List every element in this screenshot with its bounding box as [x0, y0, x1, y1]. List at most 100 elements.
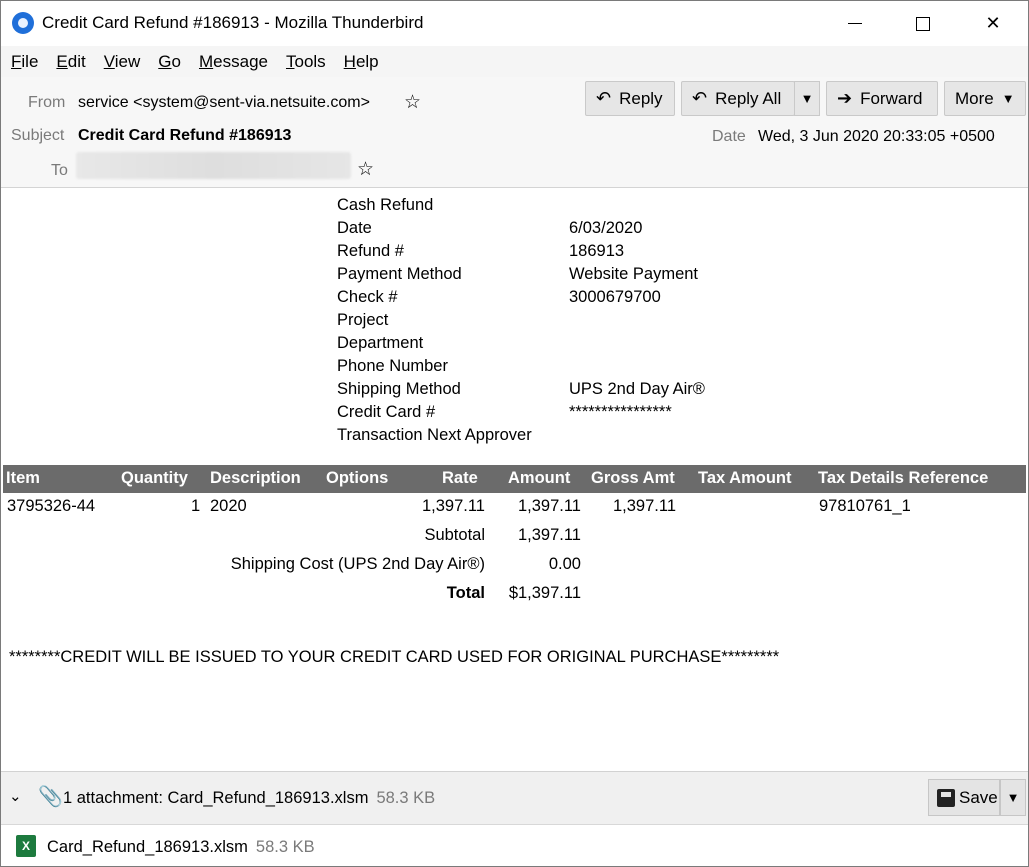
info-key: Department: [337, 334, 424, 352]
info-value: 186913: [569, 242, 625, 260]
info-row: Credit Card # ****************: [337, 403, 705, 426]
reply-all-dropdown[interactable]: ▼: [794, 81, 820, 116]
menu-edit[interactable]: Edit: [56, 52, 85, 72]
col-tax-amount-header: Tax Amount: [698, 469, 792, 487]
maximize-icon: [916, 16, 930, 31]
table-row: 3795326-44 1 2020 1,397.11 1,397.11 1,39…: [3, 493, 1026, 522]
forward-button[interactable]: ➔ Forward: [826, 81, 938, 116]
close-icon: ✕: [985, 13, 1001, 33]
chevron-down-icon: ▼: [1006, 790, 1020, 805]
total-value: $1,397.11: [508, 584, 581, 602]
message-body: Cash Refund Date 6/03/2020 Refund # 186913…: [1, 189, 1028, 771]
from-value[interactable]: service <system@sent-via.netsuite.com>: [78, 94, 370, 112]
cell-amount: 1,397.11: [517, 497, 581, 515]
info-row: Phone Number: [337, 357, 705, 380]
info-key: Check #: [337, 288, 398, 306]
cell-rate: 1,397.11: [421, 497, 485, 515]
info-key: Transaction Next Approver: [337, 426, 532, 444]
reply-all-label: Reply All: [715, 88, 782, 108]
cell-tax-details: 97810761_1: [819, 497, 911, 515]
shipping-label: Shipping Cost (UPS 2nd Day Air®): [230, 555, 485, 573]
subtotal-row: Subtotal 1,397.11: [3, 522, 1026, 551]
info-key: Credit Card #: [337, 403, 436, 421]
menu-tools-label: ools: [294, 51, 326, 71]
reply-icon: ↶: [596, 88, 612, 108]
attachment-bar: ⌄ 📎 1 attachment: Card_Refund_186913.xls…: [1, 771, 1028, 824]
col-amount-header: Amount: [508, 469, 571, 487]
shipping-value: 0.00: [548, 555, 581, 573]
menu-file-label: ile: [21, 51, 39, 71]
info-key: Shipping Method: [337, 380, 461, 398]
from-label: From: [28, 94, 66, 111]
info-row: Check # 3000679700: [337, 288, 705, 311]
menu-go-label: o: [171, 51, 181, 71]
attachment-file-name: Card_Refund_186913.xlsm: [47, 838, 248, 856]
redacted-recipient: [76, 152, 351, 179]
save-label: Save: [959, 787, 998, 807]
shipping-row: Shipping Cost (UPS 2nd Day Air®) 0.00: [3, 551, 1026, 580]
col-item-header: Item: [6, 469, 40, 487]
menu-message[interactable]: Message: [199, 52, 268, 72]
thunderbird-icon: [12, 12, 34, 34]
subtotal-value: 1,397.11: [517, 526, 581, 544]
info-row: Payment Method Website Payment: [337, 265, 705, 288]
menu-file[interactable]: File: [11, 52, 38, 72]
col-options-header: Options: [326, 469, 389, 487]
save-dropdown[interactable]: ▼: [1000, 779, 1026, 816]
more-label: More: [955, 88, 994, 108]
attachment-summary-size: 58.3 KB: [376, 789, 436, 807]
info-key: Refund #: [337, 242, 404, 260]
menu-file-accesskey: F: [11, 51, 22, 71]
menu-help-label: elp: [355, 51, 379, 71]
maximize-button[interactable]: [900, 1, 946, 46]
window-title: Credit Card Refund #186913 - Mozilla Thu…: [42, 13, 424, 32]
star-icon[interactable]: ☆: [404, 91, 421, 114]
date-value: Wed, 3 Jun 2020 20:33:05 +0500: [758, 128, 995, 145]
menu-help[interactable]: Help: [344, 52, 379, 72]
info-value: 6/03/2020: [569, 219, 643, 237]
col-description-header: Description: [210, 469, 301, 487]
info-row: Refund # 186913: [337, 242, 705, 265]
subtotal-label: Subtotal: [424, 526, 485, 544]
attachment-file-size: 58.3 KB: [255, 838, 315, 856]
chevron-down-icon: ▼: [800, 91, 814, 106]
attachment-summary[interactable]: 1 attachment: Card_Refund_186913.xlsm 58.…: [63, 789, 435, 808]
col-gross-amt-header: Gross Amt: [591, 469, 675, 487]
col-tax-details-header: Tax Details Reference: [818, 469, 989, 487]
col-rate-header: Rate: [442, 469, 478, 487]
menu-tools[interactable]: Tools: [286, 52, 326, 72]
menu-go-accesskey: G: [158, 51, 172, 71]
info-value: UPS 2nd Day Air®: [569, 380, 705, 398]
chevron-down-icon[interactable]: ⌄: [9, 787, 22, 805]
info-key: Phone Number: [337, 357, 448, 375]
menu-view[interactable]: View: [104, 52, 141, 72]
menu-edit-label: dit: [67, 51, 86, 71]
excel-file-icon: X: [16, 835, 36, 857]
attachment-item[interactable]: Card_Refund_186913.xlsm 58.3 KB: [47, 838, 315, 857]
col-quantity-header: Quantity: [121, 469, 188, 487]
info-row: Shipping Method UPS 2nd Day Air®: [337, 380, 705, 403]
info-row: Cash Refund: [337, 196, 705, 219]
message-header: From service <system@sent-via.netsuite.c…: [1, 77, 1028, 188]
close-button[interactable]: ✕: [970, 1, 1016, 46]
reply-all-button[interactable]: ↶ Reply All: [681, 81, 795, 116]
menu-go[interactable]: Go: [158, 52, 181, 72]
reply-all-icon: ↶: [692, 88, 708, 108]
info-key: Date: [337, 219, 372, 237]
title-bar: Credit Card Refund #186913 - Mozilla Thu…: [1, 1, 1028, 46]
star-icon[interactable]: ☆: [357, 158, 374, 181]
menu-edit-accesskey: E: [56, 51, 68, 71]
minimize-button[interactable]: [832, 1, 878, 46]
reply-button[interactable]: ↶ Reply: [585, 81, 675, 116]
info-value: Website Payment: [569, 265, 699, 283]
total-row: Total $1,397.11: [3, 580, 1026, 609]
save-button[interactable]: Save: [928, 779, 1000, 816]
cell-gross-amt: 1,397.11: [613, 497, 677, 515]
attachment-summary-text: 1 attachment: Card_Refund_186913.xlsm: [63, 789, 369, 807]
save-icon: [937, 788, 955, 807]
more-button[interactable]: More ▼: [944, 81, 1026, 116]
items-table: Item Quantity Description Options Rate A…: [3, 465, 1026, 609]
info-row: Transaction Next Approver: [337, 426, 705, 449]
subject-value: Credit Card Refund #186913: [78, 127, 292, 144]
forward-label: Forward: [860, 88, 923, 108]
